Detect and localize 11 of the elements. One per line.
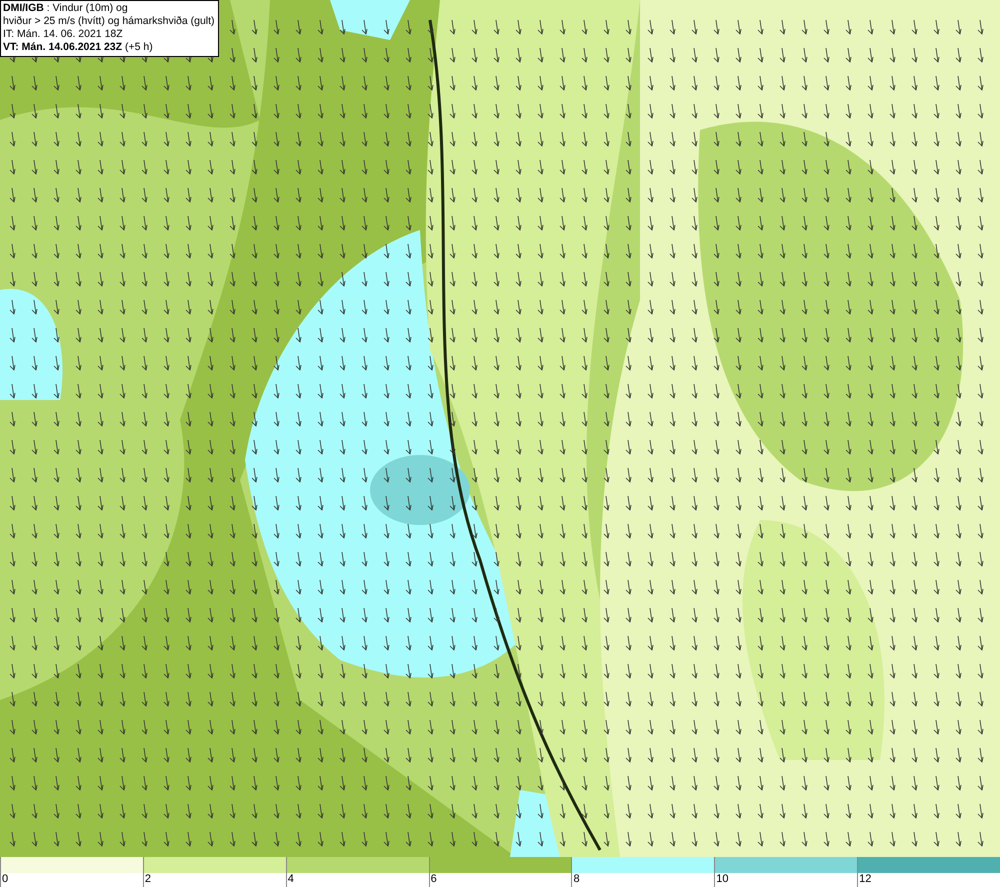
legend-label: 8 xyxy=(572,873,580,886)
legend-label: 6 xyxy=(430,873,437,886)
info-text: VT: Mán. 14.06.2021 23Z (+5 h) xyxy=(3,41,154,54)
legend-label: 4 xyxy=(286,873,294,886)
legend-label: 10 xyxy=(715,873,729,886)
legend-label: 0 xyxy=(1,873,8,886)
info-text: DMI/IGB : Vindur (10m) og xyxy=(3,2,129,15)
info-text: hviður > 25 m/s (hvítt) og hámarkshviða (gult) xyxy=(3,15,215,28)
legend-label: 12 xyxy=(858,873,872,886)
info-text: IT: Mán. 14. 06. 2021 18Z xyxy=(3,28,124,41)
legend-label: 2 xyxy=(144,873,151,886)
